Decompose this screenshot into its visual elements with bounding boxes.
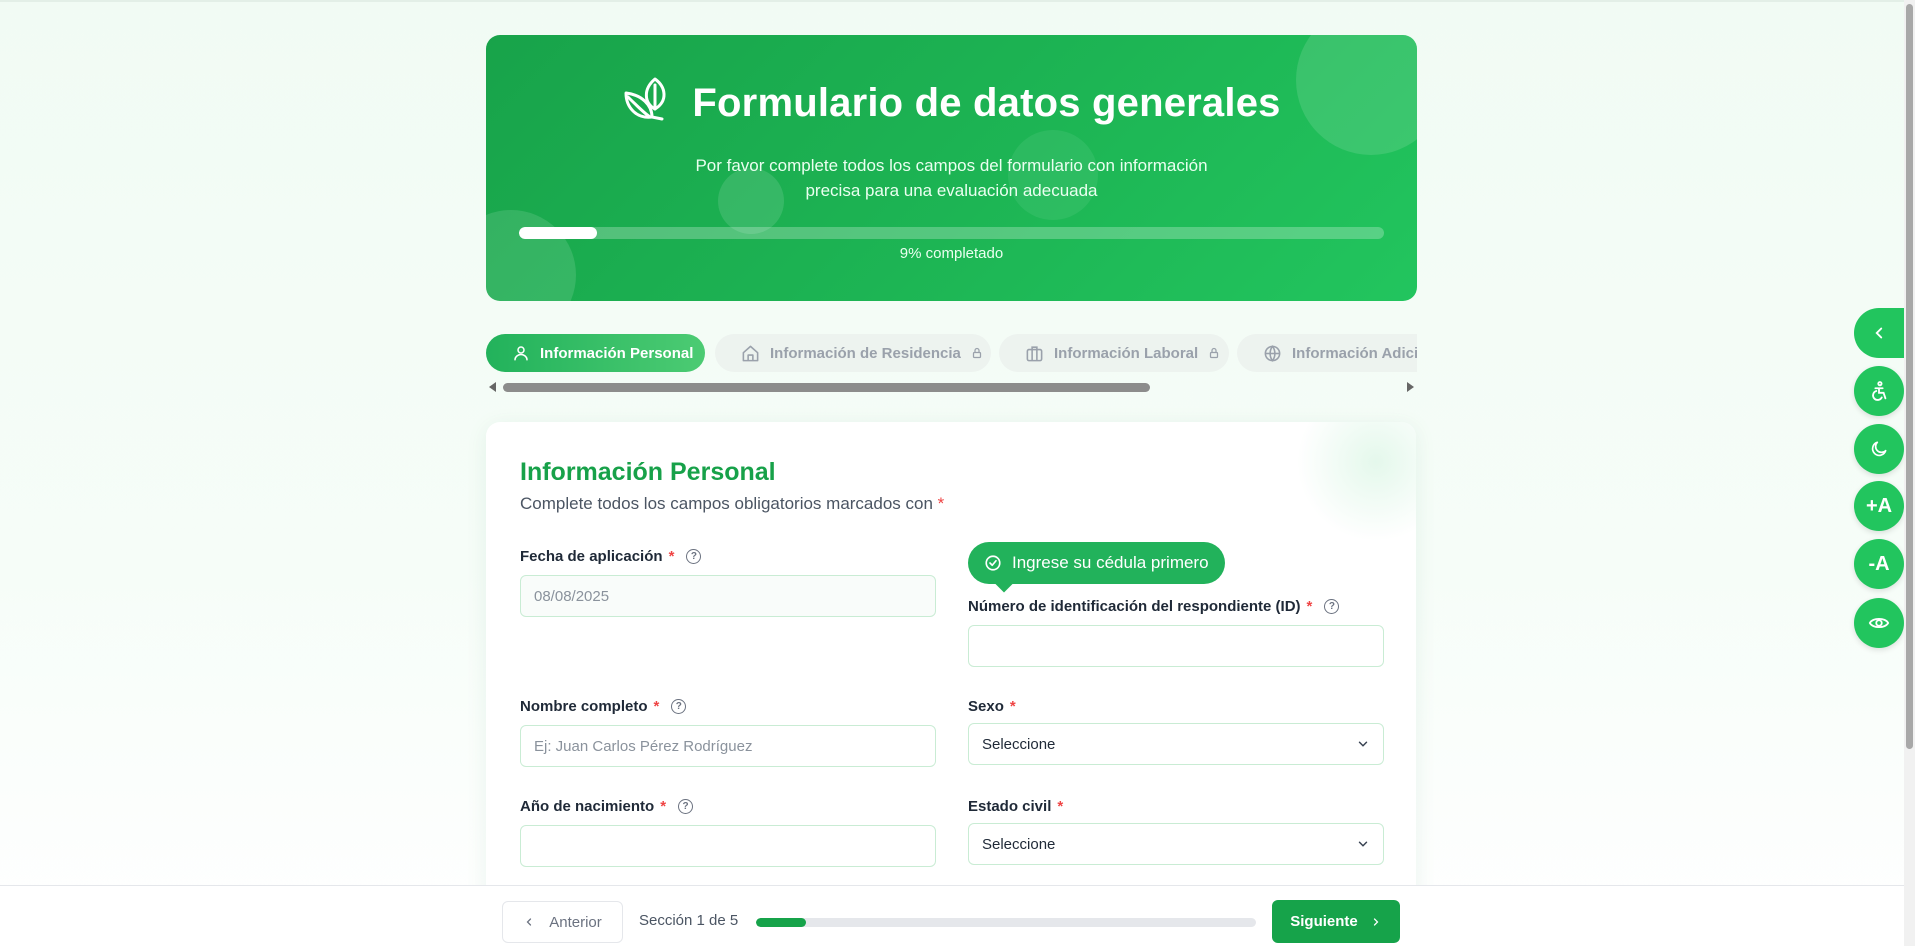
briefcase-icon — [1026, 345, 1043, 361]
moon-icon — [1871, 441, 1887, 457]
scroll-right-arrow-icon[interactable] — [1407, 382, 1414, 392]
tab-informacion-personal[interactable]: Información Personal — [486, 334, 705, 372]
nombre-label: Nombre completo * ? — [520, 698, 687, 715]
estado-civil-select[interactable]: Seleccione — [968, 823, 1384, 865]
user-icon — [514, 346, 528, 361]
overall-progress-fill — [519, 227, 597, 239]
page-subtitle: Por favor complete todos los campos del … — [486, 153, 1417, 203]
chevron-right-icon — [1373, 917, 1379, 926]
tab-label: Información Adicional — [1292, 344, 1417, 362]
help-icon[interactable]: ? — [686, 549, 702, 564]
leaf-icon — [622, 75, 674, 132]
accessibility-panel-toggle[interactable] — [1854, 308, 1904, 358]
tab-informacion-laboral[interactable]: Información Laboral — [999, 334, 1229, 372]
check-circle-icon — [985, 555, 1001, 571]
required-marker: * — [660, 798, 667, 815]
decor-glow — [1296, 422, 1416, 542]
chevron-down-icon — [1358, 841, 1368, 847]
chevron-left-icon — [526, 918, 532, 926]
chevron-down-icon — [1358, 741, 1368, 747]
font-decrease-button[interactable]: -A — [1854, 539, 1904, 589]
accessibility-button[interactable] — [1854, 366, 1904, 416]
anio-label: Año de nacimiento * ? — [520, 798, 694, 815]
siguiente-button-label: Siguiente — [1290, 913, 1358, 930]
top-border — [0, 0, 1915, 2]
fecha-label-text: Fecha de aplicación — [520, 548, 663, 565]
page-scrollbar[interactable] — [1904, 0, 1915, 946]
dark-mode-button[interactable] — [1854, 424, 1904, 474]
id-label: Número de identificación del respondient… — [968, 598, 1340, 615]
section-title: Información Personal — [520, 458, 776, 486]
estado-civil-selected-value: Seleccione — [982, 835, 1056, 853]
accessibility-icon — [1872, 381, 1887, 401]
tab-label: Información Laboral — [1054, 344, 1199, 362]
page-subtitle-line1: Por favor complete todos los campos del … — [695, 156, 1208, 175]
sexo-label: Sexo * — [968, 698, 1016, 715]
anio-label-text: Año de nacimiento — [520, 798, 655, 815]
tab-label: Información de Residencia — [770, 344, 961, 362]
form-card: Información Personal Complete todos los … — [486, 422, 1416, 946]
tab-informacion-residencia[interactable]: Información de Residencia — [715, 334, 991, 372]
overall-progress-label: 9% completado — [899, 245, 1004, 262]
help-icon[interactable]: ? — [678, 799, 694, 814]
required-marker: * — [653, 698, 660, 715]
scroll-left-arrow-icon[interactable] — [489, 382, 496, 392]
required-marker: * — [1057, 798, 1064, 815]
sexo-select[interactable]: Seleccione — [968, 723, 1384, 765]
help-icon[interactable]: ? — [671, 699, 687, 714]
lock-icon — [1210, 347, 1219, 359]
form-header: Formulario de datos generales Por favor … — [486, 35, 1417, 301]
id-field[interactable] — [968, 625, 1384, 667]
lock-icon — [972, 347, 982, 359]
fecha-label: Fecha de aplicación * ? — [520, 548, 702, 565]
overall-progress-bar — [519, 227, 1384, 239]
font-increase-button[interactable]: +A — [1854, 481, 1904, 531]
tabs-scrollbar-thumb[interactable] — [503, 383, 1150, 392]
required-marker: * — [1306, 598, 1313, 615]
sexo-selected-value: Seleccione — [982, 735, 1056, 753]
nombre-label-text: Nombre completo — [520, 698, 648, 715]
chevron-left-icon — [1875, 327, 1883, 339]
estado-civil-label-text: Estado civil — [968, 798, 1052, 815]
section-progress-bar — [756, 918, 1256, 927]
cedula-hint-text: Ingrese su cédula primero — [1012, 553, 1209, 572]
required-marker: * — [668, 548, 675, 565]
page-scrollbar-thumb[interactable] — [1906, 4, 1913, 749]
tab-label: Información Personal — [540, 344, 694, 362]
home-icon — [742, 345, 759, 361]
pill-tail — [995, 575, 1013, 593]
anio-nacimiento-field[interactable] — [520, 825, 936, 867]
nombre-completo-field[interactable] — [520, 725, 936, 767]
estado-civil-label: Estado civil * — [968, 798, 1063, 815]
anterior-button-label: Anterior — [549, 913, 602, 931]
sexo-label-text: Sexo — [968, 698, 1004, 715]
required-marker: * — [1009, 698, 1016, 715]
help-icon[interactable]: ? — [1324, 599, 1340, 614]
tabs-scrollbar[interactable] — [486, 380, 1417, 394]
section-subtitle-text: Complete todos los campos obligatorios m… — [520, 494, 933, 513]
anterior-button[interactable]: Anterior — [502, 901, 623, 943]
section-progress-fill — [756, 918, 806, 927]
fecha-aplicacion-field[interactable] — [520, 575, 936, 617]
cedula-hint-badge: Ingrese su cédula primero — [968, 542, 1225, 593]
required-marker: * — [937, 494, 945, 513]
section-subtitle: Complete todos los campos obligatorios m… — [520, 494, 944, 514]
id-label-text: Número de identificación del respondient… — [968, 598, 1301, 615]
tab-informacion-adicional[interactable]: Información Adicional — [1237, 334, 1417, 372]
siguiente-button[interactable]: Siguiente — [1272, 900, 1400, 943]
page-title: Formulario de datos generales — [692, 81, 1281, 125]
visibility-button[interactable] — [1854, 598, 1904, 648]
eye-icon — [1868, 617, 1890, 629]
form-navigation-bar: Anterior Sección 1 de 5 Siguiente — [0, 885, 1915, 946]
globe-icon — [1264, 344, 1281, 362]
section-tabs: Información Personal Información de Resi… — [486, 334, 1417, 374]
section-counter: Sección 1 de 5 — [639, 912, 739, 929]
page-subtitle-line2: precisa para una evaluación adecuada — [805, 181, 1098, 200]
